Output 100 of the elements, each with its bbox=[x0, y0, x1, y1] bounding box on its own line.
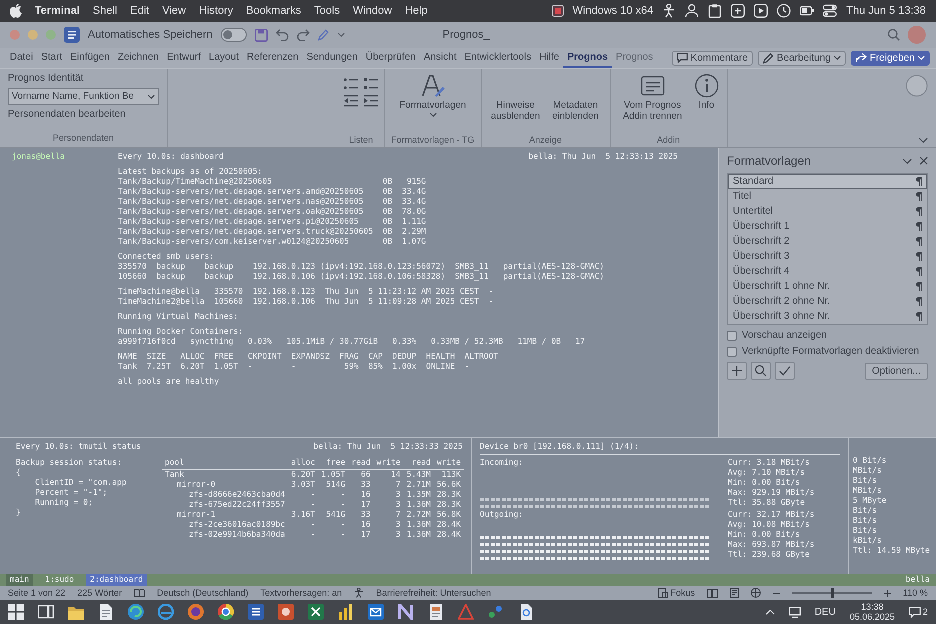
apple-logo-icon[interactable] bbox=[10, 4, 22, 18]
ribbon-tab[interactable]: Zeichnen bbox=[114, 48, 164, 68]
ribbon-tab[interactable]: Layout bbox=[205, 48, 244, 68]
style-item[interactable]: Titel bbox=[728, 189, 927, 204]
menu-item[interactable]: View bbox=[162, 5, 186, 17]
caret-icon[interactable] bbox=[338, 33, 345, 37]
menu-item[interactable]: Help bbox=[405, 5, 428, 17]
vm-menu[interactable]: Windows 10 x64 bbox=[572, 5, 654, 17]
ribbon-tab[interactable]: Ansicht bbox=[420, 48, 461, 68]
editing-button[interactable]: Bearbeitung bbox=[758, 50, 846, 66]
play-icon[interactable] bbox=[754, 4, 768, 18]
ribbon-button[interactable]: Metadaten einblenden bbox=[548, 72, 604, 124]
bar-chart-icon[interactable] bbox=[338, 604, 354, 620]
web-layout-icon[interactable] bbox=[751, 588, 762, 598]
page-icon[interactable] bbox=[518, 604, 534, 620]
notification-button[interactable]: 2 bbox=[908, 606, 928, 618]
battery-icon[interactable] bbox=[800, 4, 814, 18]
dots-icon[interactable] bbox=[488, 604, 504, 620]
zoom-level[interactable]: 110 % bbox=[903, 588, 928, 598]
folder-icon[interactable] bbox=[68, 604, 84, 620]
menu-item[interactable]: Edit bbox=[130, 5, 150, 17]
ribbon-tab[interactable]: Start bbox=[37, 48, 66, 68]
style-item[interactable]: Überschrift 4 bbox=[728, 264, 927, 279]
numbered-list-button[interactable] bbox=[364, 78, 378, 90]
predictions-status[interactable]: Textvorhersagen: an bbox=[260, 588, 342, 598]
style-item[interactable]: Überschrift 1 ohne Nr. bbox=[728, 279, 927, 294]
caret-up-icon[interactable] bbox=[766, 610, 775, 614]
menu-item[interactable]: Bookmarks bbox=[246, 5, 302, 17]
close-icon[interactable] bbox=[920, 157, 928, 165]
task-view-icon[interactable] bbox=[38, 604, 54, 620]
decrease-indent-button[interactable] bbox=[344, 95, 358, 107]
ring-icon[interactable] bbox=[188, 604, 204, 620]
document-icon[interactable] bbox=[98, 604, 114, 620]
envelope-icon[interactable] bbox=[368, 604, 384, 620]
checkbox[interactable] bbox=[727, 346, 737, 356]
chevron-icon[interactable] bbox=[903, 158, 912, 164]
ring-icon[interactable] bbox=[158, 604, 174, 620]
menu-item[interactable]: Terminal bbox=[35, 5, 80, 17]
ribbon-tab[interactable]: Entwurf bbox=[163, 48, 206, 68]
person-select[interactable]: Vorname Name, Funktion Be bbox=[8, 88, 159, 105]
style-item[interactable]: Standard bbox=[728, 174, 927, 189]
edit-person-button[interactable]: Personendaten bearbeiten bbox=[8, 109, 159, 120]
style-item[interactable]: Untertitel bbox=[728, 204, 927, 219]
style-inspector-button[interactable] bbox=[751, 362, 771, 380]
slider-thumb[interactable] bbox=[830, 588, 834, 598]
options-button[interactable]: Optionen... bbox=[865, 362, 928, 380]
read-mode-icon[interactable] bbox=[707, 588, 718, 598]
search-icon[interactable] bbox=[888, 29, 900, 41]
tmux-window[interactable]: 1:sudo bbox=[41, 574, 78, 586]
ribbon-tab[interactable]: Sendungen bbox=[302, 48, 362, 68]
lines-tile-icon[interactable] bbox=[248, 604, 264, 620]
ribbon-button[interactable]: Hinweise ausblenden bbox=[488, 72, 544, 124]
style-item[interactable]: Überschrift 1 bbox=[728, 219, 927, 234]
taskbar-clock[interactable]: 13:38 05.06.2025 bbox=[850, 602, 895, 622]
zigzag-icon[interactable] bbox=[398, 604, 414, 620]
toggles-icon[interactable] bbox=[823, 4, 838, 18]
menu-item[interactable]: Shell bbox=[93, 5, 118, 17]
book-icon[interactable] bbox=[134, 588, 146, 598]
swirl-icon[interactable] bbox=[128, 604, 144, 620]
cross-tile-icon[interactable] bbox=[308, 604, 324, 620]
comments-button[interactable]: Kommentare bbox=[672, 50, 754, 66]
language-status[interactable]: Deutsch (Deutschland) bbox=[157, 588, 249, 598]
new-style-button[interactable] bbox=[727, 362, 747, 380]
ribbon-tab[interactable]: Entwicklertools bbox=[460, 48, 536, 68]
ribbon-tab[interactable]: Hilfe bbox=[535, 48, 564, 68]
input-language[interactable]: DEU bbox=[814, 606, 836, 618]
ribbon-tab[interactable]: Überprüfen bbox=[362, 48, 420, 68]
disconnect-button[interactable]: Vom Prognos Addin trennen bbox=[616, 72, 689, 124]
monitor-icon[interactable] bbox=[788, 606, 801, 618]
dot-tile-icon[interactable] bbox=[278, 604, 294, 620]
undo-icon[interactable] bbox=[276, 29, 289, 41]
style-item[interactable]: Überschrift 3 bbox=[728, 249, 927, 264]
menu-item[interactable]: Tools bbox=[314, 5, 340, 17]
collapse-icon[interactable] bbox=[919, 138, 928, 143]
ribbon-tab[interactable]: Einfügen bbox=[66, 48, 114, 68]
window-icon[interactable] bbox=[552, 5, 564, 17]
manage-styles-button[interactable] bbox=[775, 362, 795, 380]
menu-item[interactable]: History bbox=[199, 5, 234, 17]
toggle-switch[interactable] bbox=[220, 28, 247, 42]
tmux-window[interactable]: 2:dashboard bbox=[86, 574, 148, 586]
plus-icon[interactable] bbox=[884, 590, 892, 596]
redo-icon[interactable] bbox=[296, 29, 310, 41]
plus-square-icon[interactable] bbox=[731, 4, 746, 18]
segmented-circle-icon[interactable] bbox=[218, 604, 234, 620]
clipboard-icon[interactable] bbox=[708, 4, 722, 18]
share-button[interactable]: Freigeben bbox=[850, 50, 930, 66]
increase-indent-button[interactable] bbox=[364, 95, 378, 107]
print-layout-icon[interactable] bbox=[730, 588, 740, 598]
styles-button[interactable]: Formatvorlagen bbox=[398, 72, 468, 119]
style-item[interactable]: Überschrift 3 ohne Nr. bbox=[728, 309, 927, 324]
bullet-list-button[interactable] bbox=[344, 78, 358, 90]
checkbox[interactable] bbox=[727, 330, 737, 340]
start-button[interactable] bbox=[8, 604, 24, 620]
minus-icon[interactable] bbox=[773, 592, 780, 594]
focus-button[interactable]: Fokus bbox=[658, 588, 696, 598]
page-icon[interactable] bbox=[428, 604, 444, 620]
menu-item[interactable]: Window bbox=[353, 5, 392, 17]
person-icon[interactable] bbox=[685, 4, 700, 18]
save-icon[interactable] bbox=[254, 28, 268, 42]
ribbon-tab[interactable]: Datei bbox=[6, 48, 38, 68]
